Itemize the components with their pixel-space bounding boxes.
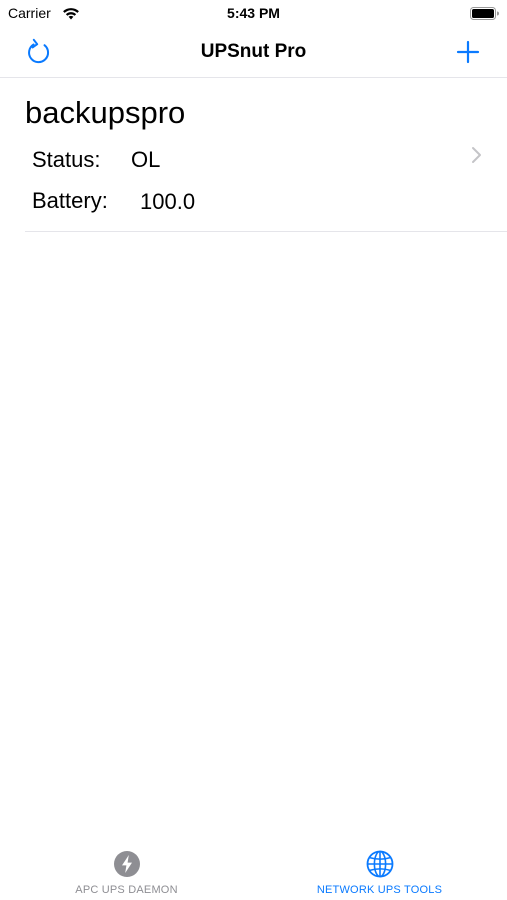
screen: Carrier 5:43 PM UPSnut Pro backupspro St… <box>0 0 507 900</box>
tab-bar: APC UPS DAEMON NETWORK UPS TOOLS <box>0 838 507 900</box>
page-title: UPSnut Pro <box>200 41 307 62</box>
navigation-bar: UPSnut Pro <box>0 28 507 78</box>
ups-name: backupspro <box>25 95 186 130</box>
plus-icon[interactable] <box>453 37 483 67</box>
bolt-icon <box>114 851 140 877</box>
battery-label: Battery: <box>32 188 108 213</box>
tab-apc-ups-daemon[interactable]: APC UPS DAEMON <box>0 838 253 900</box>
status-value: OL <box>131 147 161 172</box>
chevron-right-icon <box>472 147 481 163</box>
time-label: 5:43 PM <box>227 5 280 21</box>
tab-label: APC UPS DAEMON <box>75 884 178 896</box>
battery-value: 100.0 <box>140 189 196 214</box>
battery-icon <box>470 7 499 20</box>
status-label: Status: <box>32 147 101 172</box>
tab-network-ups-tools[interactable]: NETWORK UPS TOOLS <box>253 838 506 900</box>
tab-label: NETWORK UPS TOOLS <box>316 884 443 896</box>
list-item-ups[interactable]: backupspro Status: OL Battery: 100.0 <box>25 79 507 232</box>
status-bar: Carrier 5:43 PM <box>0 0 507 28</box>
globe-icon <box>366 850 394 878</box>
